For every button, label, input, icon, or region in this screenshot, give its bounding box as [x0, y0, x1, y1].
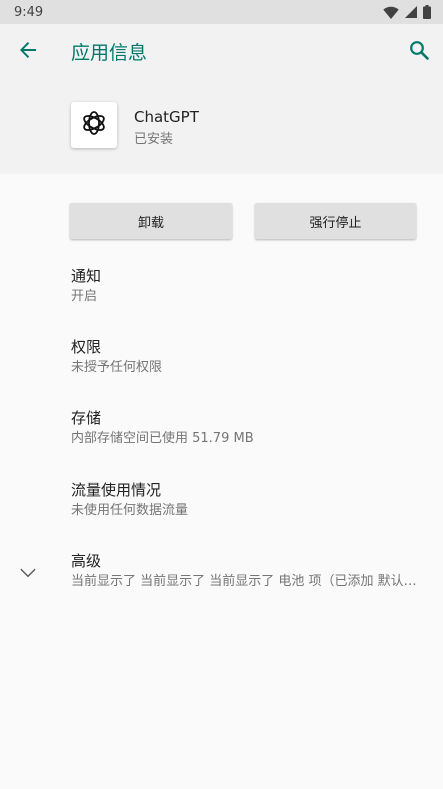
app-bar: 应用信息	[0, 24, 443, 80]
pref-summary: 内部存储空间已使用 51.79 MB	[71, 431, 254, 446]
status-icons	[383, 5, 431, 19]
pref-permissions[interactable]: 权限 未授予任何权限	[71, 337, 429, 377]
pref-data-usage[interactable]: 流量使用情况 未使用任何数据流量	[71, 480, 429, 520]
status-time: 9:49	[14, 4, 44, 20]
app-install-status: 已安装	[134, 132, 174, 147]
search-button[interactable]	[405, 38, 433, 66]
expand-advanced-button[interactable]	[16, 560, 40, 584]
chevron-down-icon	[20, 563, 36, 582]
status-bar: 9:49	[0, 0, 443, 24]
pref-summary: 未使用任何数据流量	[71, 503, 189, 518]
chatgpt-logo-icon	[78, 107, 110, 143]
search-icon	[409, 40, 429, 64]
pref-title: 存储	[71, 409, 102, 427]
battery-icon	[423, 5, 431, 19]
pref-storage[interactable]: 存储 内部存储空间已使用 51.79 MB	[71, 408, 429, 448]
signal-icon	[405, 6, 417, 18]
pref-title: 权限	[71, 338, 102, 356]
app-header: ChatGPT 已安装	[0, 80, 443, 174]
uninstall-button[interactable]: 卸载	[70, 203, 232, 239]
app-icon	[71, 102, 117, 148]
pref-title: 通知	[71, 267, 102, 285]
wifi-icon	[383, 6, 399, 19]
pref-title: 高级	[71, 552, 102, 570]
app-name: ChatGPT	[134, 108, 199, 126]
pref-advanced[interactable]: 高级 当前显示了 当前显示了 当前显示了 电池 项（已添加 默认…	[71, 551, 429, 591]
pref-title: 流量使用情况	[71, 481, 162, 499]
arrow-back-icon	[18, 40, 38, 64]
pref-summary: 未授予任何权限	[71, 360, 163, 375]
pref-notifications[interactable]: 通知 开启	[71, 266, 429, 306]
page-title: 应用信息	[71, 42, 148, 64]
back-button[interactable]	[14, 38, 42, 66]
pref-summary: 开启	[71, 289, 98, 304]
pref-summary: 当前显示了 当前显示了 当前显示了 电池 项（已添加 默认…	[71, 574, 417, 589]
force-stop-button[interactable]: 强行停止	[255, 203, 416, 239]
